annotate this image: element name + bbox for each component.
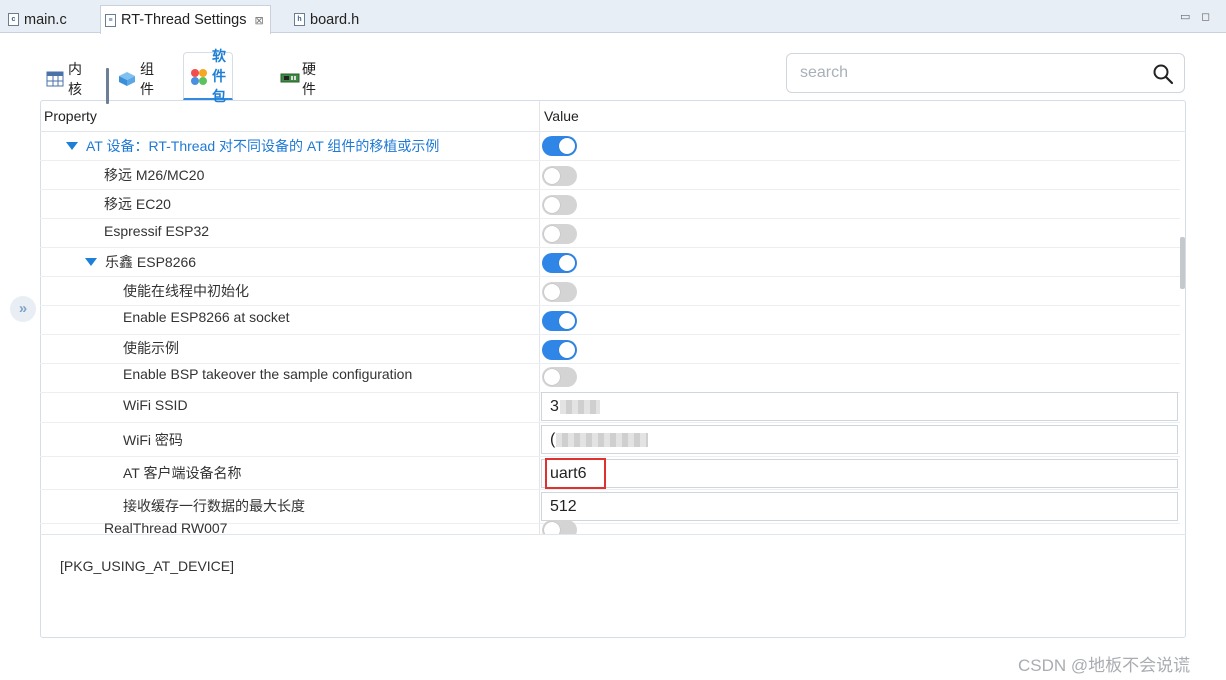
- editor-tab-label: RT-Thread Settings: [121, 12, 247, 28]
- component-cube-icon: [118, 71, 136, 87]
- row-label: 移远 M26/MC20: [104, 167, 205, 183]
- toggle-switch[interactable]: [542, 166, 577, 186]
- editor-tab-label: board.h: [310, 11, 360, 28]
- editor-tab-board-h[interactable]: h board.h: [294, 6, 359, 33]
- redacted-text: [559, 399, 600, 414]
- toggle-switch[interactable]: [542, 224, 577, 244]
- column-header-property: Property: [44, 108, 97, 124]
- table-row[interactable]: Enable ESP8266 at socket: [40, 306, 1180, 335]
- row-label: WiFi 密码: [123, 432, 183, 448]
- package-dots-icon: [190, 68, 208, 85]
- toggle-switch[interactable]: [542, 195, 577, 215]
- editor-tab-bar: c main.c ≡ RT-Thread Settings ⊠ h board.…: [0, 0, 1226, 34]
- kernel-table-icon: [46, 71, 64, 87]
- table-row[interactable]: 移远 M26/MC20: [40, 161, 1180, 190]
- editor-tab-main-c[interactable]: c main.c: [8, 6, 67, 33]
- c-file-icon: c: [8, 13, 19, 26]
- tab-label: 组件: [140, 61, 154, 97]
- toggle-switch[interactable]: [542, 253, 577, 273]
- toggle-switch[interactable]: [542, 340, 577, 360]
- row-label: 使能在线程中初始化: [123, 283, 249, 299]
- tab-kernel[interactable]: 内核: [40, 58, 88, 100]
- recv-line-size-field[interactable]: 512: [541, 492, 1178, 521]
- row-label: 接收缓存一行数据的最大长度: [123, 498, 305, 514]
- table-row[interactable]: Enable BSP takeover the sample configura…: [40, 364, 1180, 393]
- redacted-text: [556, 432, 649, 447]
- row-label: Enable ESP8266 at socket: [123, 309, 290, 325]
- table-row[interactable]: WiFi SSID 3: [40, 390, 1180, 423]
- tree-item-esp8266[interactable]: 乐鑫 ESP8266: [85, 252, 196, 272]
- column-header-value: Value: [544, 108, 579, 124]
- row-label: AT 设备：RT-Thread 对不同设备的 AT 组件的移植或示例: [86, 138, 440, 154]
- search-icon[interactable]: [1152, 63, 1174, 85]
- expand-panel-handle[interactable]: »: [10, 296, 36, 322]
- row-label: AT 客户端设备名称: [123, 465, 242, 481]
- editor-tab-rt-thread-settings[interactable]: ≡ RT-Thread Settings ⊠: [100, 5, 271, 34]
- toggle-switch[interactable]: [542, 136, 577, 156]
- wifi-password-field[interactable]: (: [541, 425, 1178, 454]
- expanded-triangle-icon[interactable]: [66, 142, 78, 151]
- close-icon[interactable]: ⊠: [254, 14, 263, 27]
- row-label: 乐鑫 ESP8266: [105, 254, 197, 270]
- property-rows: AT 设备：RT-Thread 对不同设备的 AT 组件的移植或示例 移远 M2…: [40, 132, 1180, 534]
- description-divider: [40, 534, 1186, 535]
- search-input[interactable]: [800, 62, 1140, 84]
- table-row[interactable]: 使能在线程中初始化: [40, 277, 1180, 306]
- hardware-board-icon: [280, 71, 300, 87]
- tab-packages[interactable]: 软件包: [183, 48, 233, 104]
- toggle-switch[interactable]: [542, 282, 577, 302]
- tab-label: 硬件: [302, 61, 316, 97]
- toggle-switch[interactable]: [542, 520, 577, 534]
- minimize-icon[interactable]: ▭: [1180, 10, 1190, 23]
- property-table-header: Property Value: [40, 101, 1186, 132]
- toggle-switch[interactable]: [542, 311, 577, 331]
- row-label: Enable BSP takeover the sample configura…: [123, 366, 413, 382]
- table-row[interactable]: AT 设备：RT-Thread 对不同设备的 AT 组件的移植或示例: [40, 132, 1180, 161]
- row-label: Espressif ESP32: [104, 223, 210, 239]
- at-client-device-field[interactable]: uart6: [541, 459, 1178, 488]
- maximize-icon[interactable]: ◻: [1201, 10, 1210, 23]
- tab-components[interactable]: 组件: [112, 58, 160, 100]
- table-row[interactable]: 乐鑫 ESP8266: [40, 248, 1180, 277]
- table-row[interactable]: 接收缓存一行数据的最大长度 512: [40, 490, 1180, 524]
- description-text: [PKG_USING_AT_DEVICE]: [60, 558, 235, 574]
- tab-hardware[interactable]: 硬件: [274, 58, 322, 100]
- table-row[interactable]: AT 客户端设备名称 uart6: [40, 457, 1180, 490]
- field-value: 512: [550, 498, 577, 515]
- table-row[interactable]: Espressif ESP32: [40, 219, 1180, 248]
- expanded-triangle-icon[interactable]: [85, 258, 97, 267]
- row-label: 移远 EC20: [104, 196, 171, 212]
- highlight-box: [545, 458, 606, 489]
- settings-file-icon: ≡: [105, 13, 116, 27]
- table-row[interactable]: WiFi 密码 (: [40, 423, 1180, 457]
- wifi-ssid-field[interactable]: 3: [541, 392, 1178, 421]
- vertical-scrollbar[interactable]: [1180, 237, 1185, 289]
- row-label: 使能示例: [123, 340, 179, 356]
- row-label: WiFi SSID: [123, 397, 188, 413]
- field-value: (: [550, 431, 556, 448]
- row-label: RealThread RW007: [104, 520, 228, 534]
- table-row[interactable]: 使能示例: [40, 335, 1180, 364]
- toggle-switch[interactable]: [542, 367, 577, 387]
- tree-item-at-device[interactable]: AT 设备：RT-Thread 对不同设备的 AT 组件的移植或示例: [66, 136, 439, 156]
- table-row[interactable]: 移远 EC20: [40, 190, 1180, 219]
- search-box: [786, 53, 1185, 93]
- h-file-icon: h: [294, 13, 305, 26]
- editor-tab-label: main.c: [24, 11, 67, 28]
- tab-label: 内核: [68, 61, 82, 97]
- tab-divider: [106, 68, 109, 104]
- table-row[interactable]: RealThread RW007: [40, 520, 1180, 534]
- tab-label: 软件包: [212, 47, 226, 104]
- watermark: CSDN @地板不会说谎: [1018, 656, 1191, 675]
- field-value: 3: [550, 398, 559, 415]
